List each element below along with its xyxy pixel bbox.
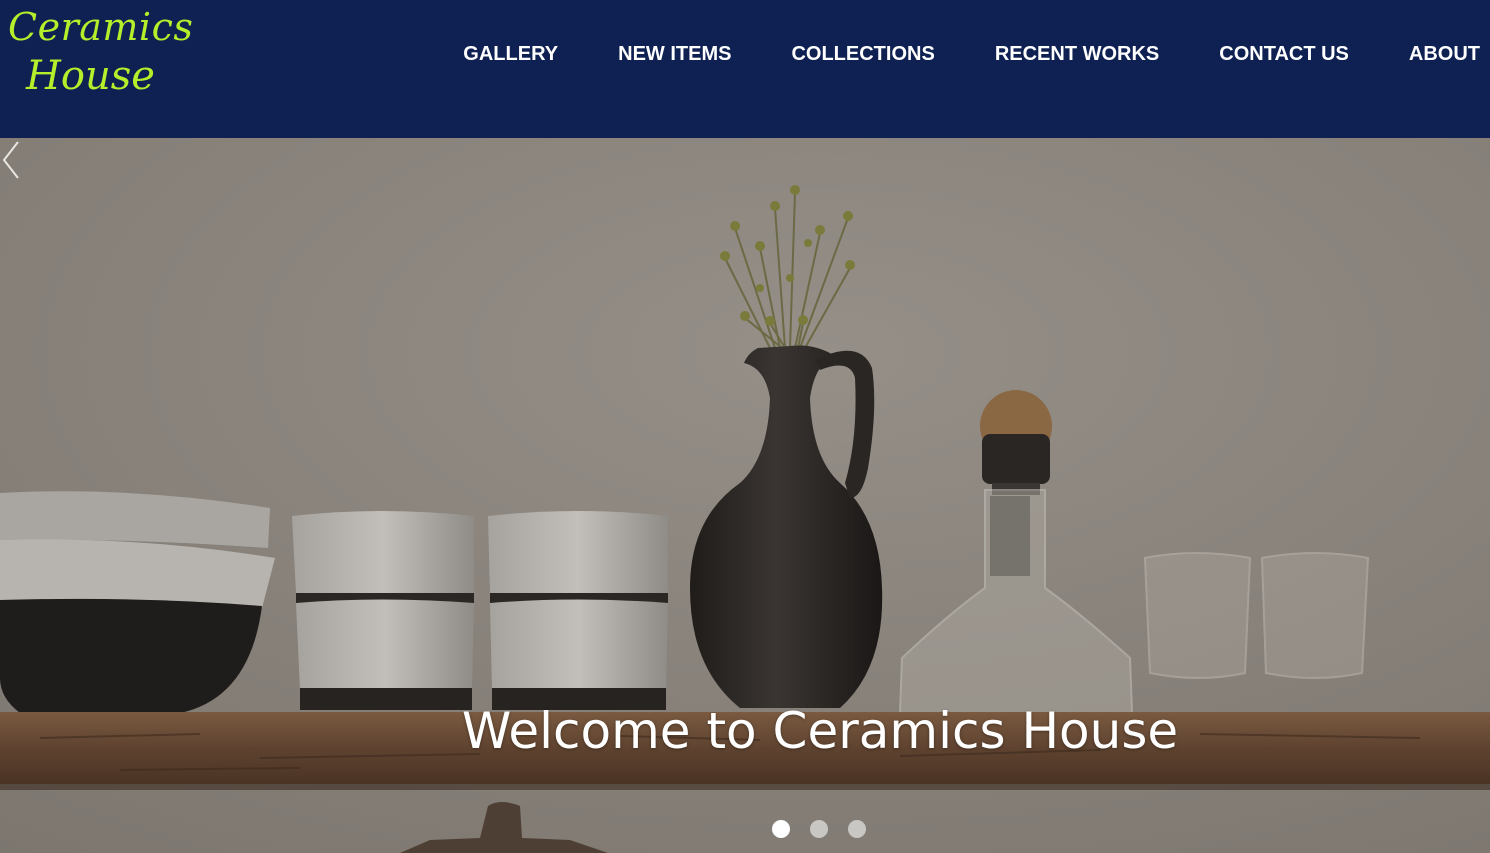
carousel-dot-2[interactable] xyxy=(810,820,828,838)
site-header: Ceramics House GALLERY NEW ITEMS COLLECT… xyxy=(0,0,1490,138)
logo-line-1: Ceramics xyxy=(8,5,194,49)
nav-collections[interactable]: COLLECTIONS xyxy=(791,40,934,68)
logo-line-2: House xyxy=(26,53,155,99)
nav-gallery[interactable]: GALLERY xyxy=(463,40,558,68)
main-nav: GALLERY NEW ITEMS COLLECTIONS RECENT WOR… xyxy=(463,40,1480,68)
carousel-dot-1[interactable] xyxy=(772,820,790,838)
chevron-left-icon[interactable] xyxy=(0,138,24,182)
carousel-indicators xyxy=(772,820,886,838)
nav-new-items[interactable]: NEW ITEMS xyxy=(618,40,731,68)
hero-caption: Welcome to Ceramics House xyxy=(461,702,1179,760)
nav-contact-us[interactable]: CONTACT US xyxy=(1219,40,1349,68)
nav-about[interactable]: ABOUT xyxy=(1409,40,1480,68)
carousel-dot-3[interactable] xyxy=(848,820,866,838)
nav-recent-works[interactable]: RECENT WORKS xyxy=(995,40,1159,68)
